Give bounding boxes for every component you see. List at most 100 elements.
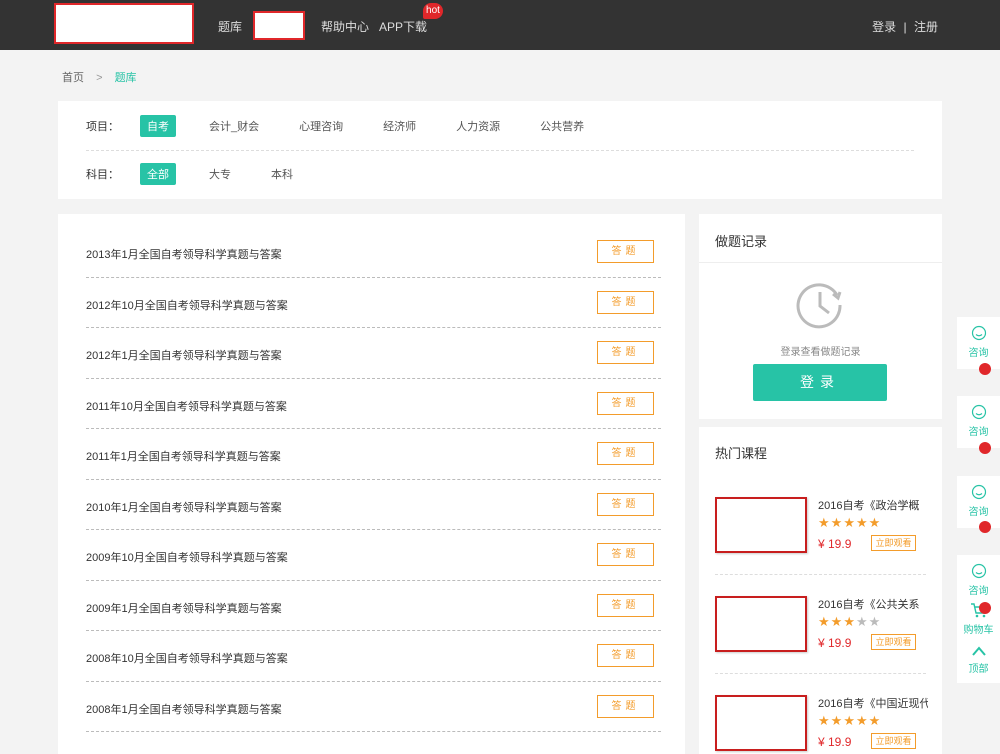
record-hint: 登录查看做题记录	[780, 347, 861, 358]
course-thumbnail[interactable]	[715, 596, 807, 652]
cart-label: 购物车	[963, 625, 994, 636]
star-icon: ★	[843, 614, 856, 629]
project-option-economist[interactable]: 经济师	[376, 115, 423, 137]
cart-count-dot	[979, 602, 991, 614]
course-rating: ★★★★★	[818, 713, 881, 729]
star-icon: ★	[830, 614, 844, 629]
watch-now-button[interactable]: 立即观看	[871, 634, 916, 650]
course-card[interactable]: 2016自考《中国近现代 ★★★★★ ¥ 19.9 立即观看	[715, 695, 930, 754]
register-link[interactable]: 注册	[914, 20, 938, 34]
nav-help-center[interactable]: 帮助中心	[321, 18, 369, 35]
nav-question-bank[interactable]: 题库	[218, 18, 242, 35]
float-consult-4[interactable]: 咨询	[957, 555, 1000, 597]
answer-button[interactable]: 答题	[597, 341, 654, 364]
breadcrumb-home[interactable]: 首页	[62, 72, 84, 84]
exam-title[interactable]: 2009年1月全国自考领导科学真题与答案	[86, 600, 282, 616]
exam-row: 2011年10月全国自考领导科学真题与答案 答题	[86, 379, 661, 429]
float-consult-2[interactable]: 咨询	[957, 396, 1000, 448]
float-consult-1[interactable]: 咨询	[957, 317, 1000, 369]
project-option-psychology[interactable]: 心理咨询	[292, 115, 350, 137]
consult-label: 咨询	[968, 348, 989, 359]
answer-button[interactable]: 答题	[597, 240, 654, 263]
course-name[interactable]: 2016自考《中国近现代	[818, 695, 928, 711]
project-option-zikao[interactable]: 自考	[140, 115, 176, 137]
exam-title[interactable]: 2011年10月全国自考领导科学真题与答案	[86, 398, 287, 414]
auth-links: 登录 | 注册	[872, 18, 938, 35]
exam-row: 2010年1月全国自考领导科学真题与答案 答题	[86, 480, 661, 530]
nav-app-download[interactable]: APP下载	[379, 18, 427, 35]
exam-row: 2008年10月全国自考领导科学真题与答案 答题	[86, 631, 661, 682]
project-option-accounting[interactable]: 会计_财会	[202, 115, 266, 137]
record-login-button[interactable]: 登录	[753, 364, 887, 401]
top-label: 顶部	[968, 664, 989, 675]
float-toolbar: 咨询 购物车 顶部	[957, 555, 1000, 683]
filter-panel: 项目： 自考 会计_财会 心理咨询 经济师 人力资源 公共营养 科目： 全部 大…	[58, 101, 942, 199]
float-consult-3[interactable]: 咨询	[957, 476, 1000, 528]
star-empty-icon: ★	[868, 614, 882, 629]
exam-row: 2011年1月全国自考领导科学真题与答案 答题	[86, 429, 661, 480]
star-icon: ★	[818, 614, 831, 629]
course-rating: ★★★★★	[818, 515, 881, 531]
star-icon: ★	[855, 515, 869, 530]
exam-title[interactable]: 2010年1月全国自考领导科学真题与答案	[86, 499, 282, 515]
notification-dot	[979, 442, 991, 454]
consult-label: 咨询	[968, 427, 989, 438]
project-option-nutrition[interactable]: 公共营养	[533, 115, 591, 137]
exam-title[interactable]: 2008年1月全国自考领导科学真题与答案	[86, 701, 282, 717]
exam-row: 2013年1月全国自考领导科学真题与答案 答题	[86, 227, 661, 278]
answer-button[interactable]: 答题	[597, 290, 654, 314]
course-name[interactable]: 2016自考《政治学概	[818, 497, 928, 513]
chevron-up-icon	[971, 646, 986, 656]
star-icon: ★	[855, 713, 869, 728]
project-option-hr[interactable]: 人力资源	[449, 115, 507, 137]
exam-row: 2008年1月全国自考领导科学真题与答案 答题	[86, 682, 661, 732]
exam-title[interactable]: 2013年1月全国自考领导科学真题与答案	[86, 246, 282, 262]
star-icon: ★	[830, 713, 844, 728]
breadcrumb-separator: >	[96, 72, 103, 84]
subject-option-junior-college[interactable]: 大专	[202, 163, 238, 185]
exam-title[interactable]: 2012年1月全国自考领导科学真题与答案	[86, 347, 282, 363]
answer-button[interactable]: 答题	[597, 593, 654, 617]
hot-courses-title: 热门课程	[715, 446, 768, 461]
course-name[interactable]: 2016自考《公共关系	[818, 596, 928, 612]
practice-record-panel: 做题记录 登录查看做题记录 登录	[699, 214, 942, 419]
exam-title[interactable]: 2011年1月全国自考领导科学真题与答案	[86, 448, 281, 464]
float-cart[interactable]: 购物车	[957, 595, 1000, 639]
breadcrumb-current[interactable]: 题库	[115, 72, 137, 84]
course-thumbnail[interactable]	[715, 695, 807, 751]
watch-now-button[interactable]: 立即观看	[871, 535, 916, 551]
answer-button[interactable]: 答题	[597, 442, 654, 465]
exam-title[interactable]: 2012年10月全国自考领导科学真题与答案	[86, 297, 288, 313]
answer-button[interactable]: 答题	[597, 644, 654, 667]
course-card[interactable]: 2016自考《政治学概 ★★★★★ ¥ 19.9 立即观看	[715, 497, 930, 557]
subject-option-all[interactable]: 全部	[140, 163, 176, 185]
answer-button[interactable]: 答题	[597, 543, 654, 566]
answer-button[interactable]: 答题	[597, 492, 654, 516]
exam-title[interactable]: 2009年10月全国自考领导科学真题与答案	[86, 549, 288, 565]
chat-icon	[971, 484, 986, 500]
course-rating: ★★★★★	[818, 614, 881, 630]
notification-dot	[979, 363, 991, 375]
record-title: 做题记录	[715, 234, 768, 249]
course-thumbnail[interactable]	[715, 497, 807, 553]
star-icon: ★	[843, 713, 856, 728]
nav-highlight-box[interactable]	[253, 11, 305, 40]
chat-icon	[971, 563, 986, 579]
answer-button[interactable]: 答题	[597, 391, 654, 415]
subject-option-bachelor[interactable]: 本科	[264, 163, 300, 185]
star-icon: ★	[843, 515, 856, 530]
filter-divider	[86, 150, 914, 151]
watch-now-button[interactable]: 立即观看	[871, 733, 916, 749]
float-back-to-top[interactable]: 顶部	[957, 639, 1000, 679]
exam-title[interactable]: 2008年10月全国自考领导科学真题与答案	[86, 650, 288, 666]
exam-list-panel: 2013年1月全国自考领导科学真题与答案 答题 2012年10月全国自考领导科学…	[58, 214, 685, 754]
course-card[interactable]: 2016自考《公共关系 ★★★★★ ¥ 19.9 立即观看	[715, 596, 930, 656]
record-divider	[699, 262, 942, 263]
answer-button[interactable]: 答题	[597, 694, 654, 718]
site-logo[interactable]	[54, 3, 194, 44]
login-link[interactable]: 登录	[872, 20, 896, 34]
course-divider	[715, 673, 926, 674]
breadcrumb: 首页 > 题库	[62, 69, 137, 85]
auth-divider: |	[903, 20, 907, 34]
star-icon: ★	[868, 713, 882, 728]
